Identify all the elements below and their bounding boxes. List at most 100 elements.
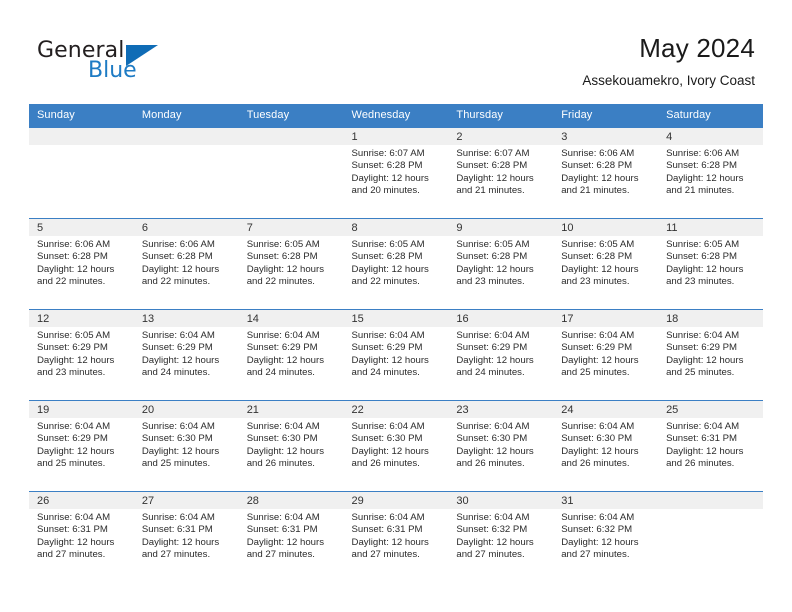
calendar-day-cell-empty [133, 127, 239, 219]
daylight-text-line1: Daylight: 12 hours [37, 263, 115, 275]
calendar-day-cell[interactable]: 31 Sunrise: 6:04 AM Sunset: 6:32 PM Dayligh… [553, 491, 659, 582]
sunrise-text: Sunrise: 6:05 AM [246, 239, 320, 250]
daylight-text-line2: and 22 minutes. [141, 275, 211, 287]
calendar-day-cell[interactable]: 30 Sunrise: 6:04 AM Sunset: 6:32 PM Dayligh… [448, 491, 554, 582]
sunrise-text: Sunrise: 6:05 AM [37, 330, 111, 341]
sunset-text: Sunset: 6:31 PM [351, 524, 423, 536]
calendar-day-cell[interactable]: 15 Sunrise: 6:04 AM Sunset: 6:29 PM Dayligh… [343, 309, 449, 401]
day-cell-inner: 26 Sunrise: 6:04 AM Sunset: 6:31 PM Dayligh… [29, 492, 134, 582]
sunset-text: Sunset: 6:30 PM [246, 433, 318, 445]
calendar-day-cell[interactable]: 7 Sunrise: 6:05 AM Sunset: 6:28 PM Daylight… [238, 218, 344, 310]
day-number: 15 [343, 310, 449, 327]
day-cell-inner: 9 Sunrise: 6:05 AM Sunset: 6:28 PM Daylight… [448, 219, 554, 309]
day-details: Sunrise: 6:07 AM Sunset: 6:28 PM Daylight:… [344, 145, 449, 197]
day-cell-inner: 21 Sunrise: 6:04 AM Sunset: 6:30 PM Dayligh… [238, 401, 344, 491]
calendar-day-cell[interactable]: 2 Sunrise: 6:07 AM Sunset: 6:28 PM Daylight… [448, 127, 554, 219]
day-cell-inner: 3 Sunrise: 6:06 AM Sunset: 6:28 PM Daylight… [553, 128, 659, 218]
daylight-text-line1: Daylight: 12 hours [456, 263, 534, 275]
sunset-text: Sunset: 6:29 PM [456, 342, 528, 354]
sunset-text: Sunset: 6:29 PM [246, 342, 318, 354]
calendar-day-cell[interactable]: 24 Sunrise: 6:04 AM Sunset: 6:30 PM Dayligh… [553, 400, 659, 492]
calendar-day-cell[interactable]: 11 Sunrise: 6:05 AM Sunset: 6:28 PM Dayligh… [658, 218, 763, 310]
day-details: Sunrise: 6:04 AM Sunset: 6:30 PM Daylight:… [344, 418, 449, 470]
day-cell-inner: 11 Sunrise: 6:05 AM Sunset: 6:28 PM Dayligh… [658, 219, 763, 309]
calendar-day-cell[interactable]: 28 Sunrise: 6:04 AM Sunset: 6:31 PM Dayligh… [238, 491, 344, 582]
calendar-day-cell[interactable]: 16 Sunrise: 6:04 AM Sunset: 6:29 PM Dayligh… [448, 309, 554, 401]
weekday-header-monday: Monday [133, 104, 239, 128]
daylight-text-line2: and 21 minutes. [561, 184, 630, 196]
title-block: May 2024 Assekouamekro, Ivory Coast [582, 32, 755, 90]
calendar-day-cell[interactable]: 19 Sunrise: 6:04 AM Sunset: 6:29 PM Dayligh… [29, 400, 134, 492]
sunset-text: Sunset: 6:31 PM [141, 524, 213, 536]
day-cell-inner: 25 Sunrise: 6:04 AM Sunset: 6:31 PM Dayligh… [658, 401, 763, 491]
calendar-day-cell[interactable]: 1 Sunrise: 6:07 AM Sunset: 6:28 PM Daylight… [343, 127, 449, 219]
calendar-day-cell[interactable]: 21 Sunrise: 6:04 AM Sunset: 6:30 PM Dayligh… [238, 400, 344, 492]
calendar-day-cell[interactable]: 26 Sunrise: 6:04 AM Sunset: 6:31 PM Dayligh… [29, 491, 134, 582]
calendar-day-cell[interactable]: 5 Sunrise: 6:06 AM Sunset: 6:28 PM Daylight… [29, 218, 134, 310]
calendar-day-cell[interactable]: 13 Sunrise: 6:04 AM Sunset: 6:29 PM Dayligh… [133, 309, 239, 401]
sunrise-text: Sunrise: 6:04 AM [141, 421, 215, 432]
day-number [29, 128, 134, 145]
day-cell-inner: 14 Sunrise: 6:04 AM Sunset: 6:29 PM Dayligh… [238, 310, 344, 400]
day-number: 13 [133, 310, 239, 327]
sunset-text: Sunset: 6:29 PM [666, 342, 737, 354]
sunrise-text: Sunrise: 6:05 AM [666, 239, 740, 250]
sunset-text: Sunset: 6:29 PM [37, 433, 108, 445]
day-cell-inner: 31 Sunrise: 6:04 AM Sunset: 6:32 PM Dayligh… [553, 492, 659, 582]
day-cell-inner: 10 Sunrise: 6:05 AM Sunset: 6:28 PM Dayligh… [553, 219, 659, 309]
day-number: 22 [343, 401, 449, 418]
sunset-text: Sunset: 6:28 PM [666, 160, 737, 172]
day-number: 8 [343, 219, 449, 236]
calendar-day-cell[interactable]: 29 Sunrise: 6:04 AM Sunset: 6:31 PM Dayligh… [343, 491, 449, 582]
calendar-day-cell[interactable]: 20 Sunrise: 6:04 AM Sunset: 6:30 PM Dayligh… [133, 400, 239, 492]
sunrise-text: Sunrise: 6:06 AM [666, 148, 740, 159]
day-details: Sunrise: 6:05 AM Sunset: 6:28 PM Daylight:… [553, 236, 658, 288]
day-number: 6 [133, 219, 239, 236]
calendar-day-cell[interactable]: 10 Sunrise: 6:05 AM Sunset: 6:28 PM Dayligh… [553, 218, 659, 310]
day-cell-inner: 16 Sunrise: 6:04 AM Sunset: 6:29 PM Dayligh… [448, 310, 554, 400]
day-details: Sunrise: 6:06 AM Sunset: 6:28 PM Daylight:… [553, 145, 658, 197]
daylight-text-line2: and 24 minutes. [456, 366, 525, 378]
day-number: 21 [238, 401, 344, 418]
day-details: Sunrise: 6:04 AM Sunset: 6:32 PM Daylight:… [448, 509, 553, 561]
calendar-day-cell[interactable]: 12 Sunrise: 6:05 AM Sunset: 6:29 PM Dayligh… [29, 309, 134, 401]
daylight-text-line2: and 27 minutes. [351, 548, 420, 560]
calendar-day-cell[interactable]: 9 Sunrise: 6:05 AM Sunset: 6:28 PM Daylight… [448, 218, 554, 310]
day-details: Sunrise: 6:04 AM Sunset: 6:29 PM Daylight:… [344, 327, 449, 379]
daylight-text-line1: Daylight: 12 hours [141, 354, 220, 366]
day-cell-inner: 27 Sunrise: 6:04 AM Sunset: 6:31 PM Dayligh… [133, 492, 239, 582]
calendar-day-cell[interactable]: 17 Sunrise: 6:04 AM Sunset: 6:29 PM Dayligh… [553, 309, 659, 401]
sunset-text: Sunset: 6:28 PM [37, 251, 108, 263]
calendar-day-cell[interactable]: 3 Sunrise: 6:06 AM Sunset: 6:28 PM Daylight… [553, 127, 659, 219]
day-cell-inner: 22 Sunrise: 6:04 AM Sunset: 6:30 PM Dayligh… [343, 401, 449, 491]
calendar-day-cell[interactable]: 25 Sunrise: 6:04 AM Sunset: 6:31 PM Dayligh… [658, 400, 763, 492]
calendar-day-cell[interactable]: 23 Sunrise: 6:04 AM Sunset: 6:30 PM Dayligh… [448, 400, 554, 492]
daylight-text-line2: and 27 minutes. [561, 548, 630, 560]
daylight-text-line1: Daylight: 12 hours [561, 354, 639, 366]
day-number: 1 [343, 128, 449, 145]
sunset-text: Sunset: 6:28 PM [351, 160, 423, 172]
calendar-day-cell[interactable]: 22 Sunrise: 6:04 AM Sunset: 6:30 PM Dayligh… [343, 400, 449, 492]
day-cell-inner: 30 Sunrise: 6:04 AM Sunset: 6:32 PM Dayligh… [448, 492, 554, 582]
sunrise-text: Sunrise: 6:04 AM [456, 421, 530, 432]
sunrise-text: Sunrise: 6:04 AM [666, 421, 740, 432]
daylight-text-line2: and 27 minutes. [141, 548, 211, 560]
calendar-day-cell[interactable]: 4 Sunrise: 6:06 AM Sunset: 6:28 PM Daylight… [658, 127, 763, 219]
daylight-text-line2: and 22 minutes. [351, 275, 420, 287]
day-cell-inner: 15 Sunrise: 6:04 AM Sunset: 6:29 PM Dayligh… [343, 310, 449, 400]
calendar-day-cell[interactable]: 18 Sunrise: 6:04 AM Sunset: 6:29 PM Dayligh… [658, 309, 763, 401]
daylight-text-line1: Daylight: 12 hours [37, 445, 115, 457]
daylight-text-line1: Daylight: 12 hours [561, 263, 639, 275]
calendar-day-cell[interactable]: 6 Sunrise: 6:06 AM Sunset: 6:28 PM Daylight… [133, 218, 239, 310]
day-number: 29 [343, 492, 449, 509]
sunrise-text: Sunrise: 6:04 AM [37, 512, 111, 523]
calendar-day-cell[interactable]: 27 Sunrise: 6:04 AM Sunset: 6:31 PM Dayligh… [133, 491, 239, 582]
day-details: Sunrise: 6:04 AM Sunset: 6:29 PM Daylight:… [239, 327, 344, 379]
daylight-text-line2: and 23 minutes. [561, 275, 630, 287]
daylight-text-line2: and 26 minutes. [666, 457, 735, 469]
calendar-day-cell[interactable]: 14 Sunrise: 6:04 AM Sunset: 6:29 PM Dayligh… [238, 309, 344, 401]
sunset-text: Sunset: 6:28 PM [246, 251, 318, 263]
calendar-day-cell[interactable]: 8 Sunrise: 6:05 AM Sunset: 6:28 PM Daylight… [343, 218, 449, 310]
weekday-header-tuesday: Tuesday [238, 104, 344, 128]
daylight-text-line1: Daylight: 12 hours [666, 354, 744, 366]
